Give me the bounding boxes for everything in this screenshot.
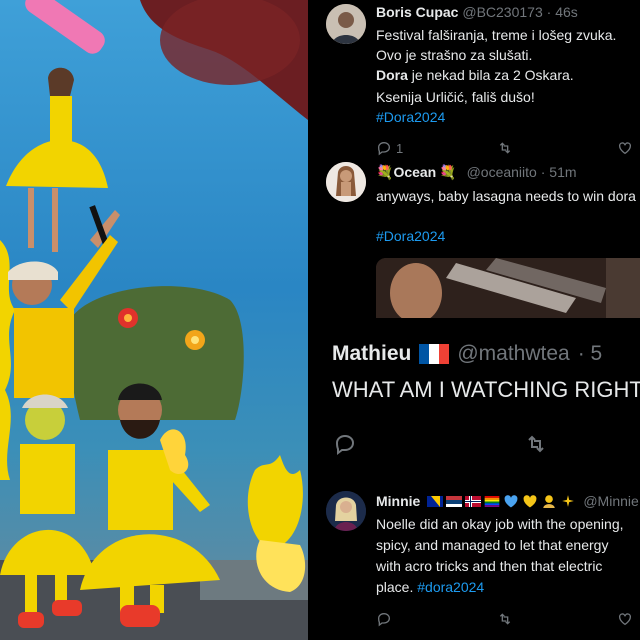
like-button[interactable]: [616, 611, 634, 627]
reply-button[interactable]: [332, 432, 358, 456]
tweet-ocean[interactable]: 💐Ocean 💐 @oceaniito · 51m anyways, baby l…: [310, 162, 640, 318]
tweet-mathieu[interactable]: Mathieu @mathwtea · 5 WHAT AM I WATCHING…: [310, 322, 640, 477]
retweet-icon: [528, 435, 544, 453]
like-icon: [619, 142, 631, 155]
tweet-boris[interactable]: Boris Cupac @BC230173 · 46s Festival fal…: [310, 0, 640, 158]
tweet-text-line: Ksenija Urličić, fališ dušo!: [376, 89, 535, 105]
hashtag-link[interactable]: #Dora2024: [376, 109, 445, 125]
tweet-text: anyways, baby lasagna needs to win dora: [376, 188, 636, 204]
like-icon: [619, 613, 631, 626]
author-name[interactable]: Boris Cupac: [376, 4, 458, 20]
avatar[interactable]: [326, 4, 366, 44]
flag-ba-icon: [427, 495, 444, 507]
retweet-button[interactable]: [522, 432, 550, 456]
retweet-icon: [499, 142, 511, 154]
tweet-text-line: with acro tricks and then that electric: [376, 558, 603, 574]
bouquet-icon: 💐: [376, 164, 394, 180]
author-name[interactable]: Ocean: [393, 164, 436, 180]
author-handle[interactable]: @BC230173: [462, 4, 542, 20]
hashtag-link[interactable]: #dora2024: [417, 579, 484, 595]
avatar[interactable]: [326, 162, 366, 202]
reply-button[interactable]: 1: [376, 140, 403, 156]
author-handle[interactable]: @mathwtea: [457, 342, 569, 366]
tweet-text: WHAT AM I WATCHING RIGHT: [332, 377, 640, 402]
hashtag-link[interactable]: #Dora2024: [376, 228, 445, 244]
bouquet-icon: 💐: [439, 164, 457, 180]
tweet-text-line: Noelle did an okay job with the opening,: [376, 516, 624, 532]
author-handle[interactable]: @Minnie: [583, 493, 638, 509]
retweet-icon: [499, 613, 511, 625]
retweet-button[interactable]: [496, 140, 514, 156]
performance-photo: [0, 0, 308, 640]
tweet-text-line: Dora je nekad bila za 2 Oskara.: [376, 67, 574, 83]
tweet-text-line: Festival falširanja, treme i lošeg zvuka…: [376, 27, 617, 43]
sparkles-icon: [562, 495, 575, 507]
flag-fr-icon: [419, 344, 450, 364]
yellow-heart-icon: [523, 495, 537, 508]
bold-word: Dora: [376, 67, 408, 83]
flag-no-icon: [465, 495, 482, 507]
timestamp[interactable]: · 5: [578, 342, 603, 366]
author-handle[interactable]: @oceaniito: [467, 164, 537, 180]
reply-icon: [377, 141, 391, 156]
reply-icon: [377, 612, 391, 627]
stage-scene: [0, 0, 308, 640]
reply-count: 1: [396, 140, 404, 156]
tweet-text-line: spicy, and managed to let that energy: [376, 537, 609, 553]
author-name[interactable]: Minnie: [376, 493, 420, 509]
tweet-minnie[interactable]: Minnie @Minnie Noelle did an okay job wi…: [310, 481, 640, 640]
flag-rs-icon: [446, 495, 463, 507]
timestamp[interactable]: · 46s: [547, 4, 578, 20]
author-name[interactable]: Mathieu: [332, 342, 411, 366]
like-button[interactable]: [616, 140, 634, 156]
person-icon: [543, 495, 556, 508]
flag-lgbt-icon: [485, 495, 500, 507]
tweet-text-line: Ovo je strašno za slušati.: [376, 47, 533, 63]
tweet-media[interactable]: [376, 258, 640, 318]
reply-button[interactable]: [376, 611, 392, 627]
reply-icon: [335, 434, 355, 455]
avatar[interactable]: [326, 491, 366, 531]
timestamp[interactable]: · 51m: [541, 164, 577, 180]
tweet-text-end: place.: [376, 579, 414, 595]
retweet-button[interactable]: [496, 611, 514, 627]
tweet-text-line-rest: je nekad bila za 2 Oskara.: [407, 67, 574, 83]
blue-heart-icon: [504, 495, 518, 508]
tweet-text-line: place. #dora2024: [376, 579, 484, 595]
